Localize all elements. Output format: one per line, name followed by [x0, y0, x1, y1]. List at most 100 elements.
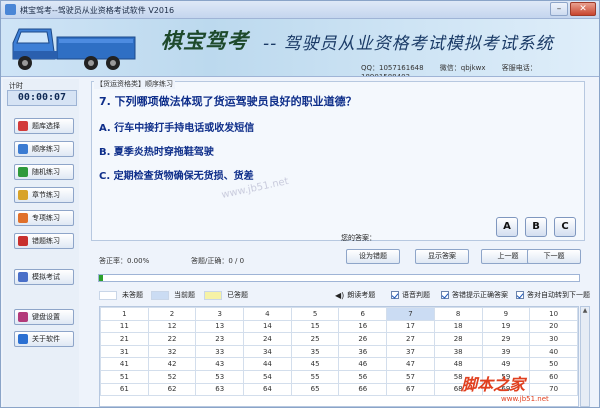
question-cell[interactable]: 48 — [433, 357, 483, 371]
sidebar-item-list[interactable]: 顺序练习 — [14, 141, 74, 157]
option-c[interactable]: C. 定期检查货物确保无货损、货差 — [99, 167, 254, 182]
question-cell[interactable]: 13 — [195, 319, 245, 334]
question-cell[interactable]: 63 — [195, 382, 245, 397]
answer-c-button[interactable]: C — [554, 217, 576, 237]
question-cell[interactable]: 11 — [100, 319, 149, 334]
question-cell[interactable]: 20 — [529, 319, 578, 334]
set-wrong-button[interactable]: 设为错题 — [346, 249, 400, 264]
question-cell[interactable]: 56 — [338, 369, 388, 384]
progress-fill — [99, 275, 103, 281]
question-cell[interactable]: 39 — [481, 344, 531, 359]
question-cell[interactable]: 37 — [386, 344, 435, 359]
question-cell[interactable]: 36 — [338, 344, 388, 359]
question-cell[interactable]: 55 — [290, 369, 340, 384]
question-cell[interactable]: 9 — [481, 307, 531, 321]
question-cell[interactable]: 64 — [243, 382, 292, 397]
current-swatch — [151, 290, 169, 300]
question-cell[interactable]: 44 — [243, 357, 292, 371]
question-cell[interactable]: 23 — [195, 332, 245, 346]
question-cell[interactable]: 14 — [243, 319, 292, 334]
question-cell[interactable]: 5 — [290, 307, 340, 321]
option-b[interactable]: B. 夏季炎热时穿拖鞋驾驶 — [99, 143, 214, 158]
question-cell[interactable]: 70 — [529, 382, 578, 397]
sidebar-item-book[interactable]: 题库选择 — [14, 118, 74, 134]
auto-next-checkbox[interactable]: 答对自动转到下一题 — [516, 290, 590, 300]
question-cell[interactable]: 24 — [243, 332, 292, 346]
question-cell[interactable]: 26 — [338, 332, 388, 346]
corner-watermark-url: www.jb51.net — [501, 395, 549, 403]
question-cell[interactable]: 4 — [243, 307, 292, 321]
question-cell[interactable]: 3 — [195, 307, 245, 321]
corner-watermark: 脚本之家 — [461, 375, 526, 394]
question-cell[interactable]: 2 — [147, 307, 197, 321]
read-aloud-button[interactable]: ◀) 朗读考题 — [335, 290, 375, 300]
question-cell[interactable]: 10 — [529, 307, 578, 321]
question-cell[interactable]: 1 — [100, 307, 149, 321]
grid-scrollbar[interactable]: ▲ — [580, 306, 590, 407]
question-cell[interactable]: 40 — [529, 344, 578, 359]
question-cell[interactable]: 41 — [100, 357, 149, 371]
sidebar-item-label: 顺序练习 — [32, 145, 60, 153]
question-cell[interactable]: 15 — [290, 319, 340, 334]
question-cell[interactable]: 54 — [243, 369, 292, 384]
answer-a-button[interactable]: A — [496, 217, 518, 237]
show-answer-button[interactable]: 显示答案 — [415, 249, 469, 264]
question-cell[interactable]: 6 — [338, 307, 388, 321]
question-cell[interactable]: 29 — [481, 332, 531, 346]
question-cell[interactable]: 66 — [338, 382, 388, 397]
question-cell[interactable]: 21 — [100, 332, 149, 346]
question-cell[interactable]: 62 — [147, 382, 197, 397]
table-row: 41 42 43 44 45 46 47 48 49 50 — [100, 357, 578, 371]
accuracy-text: 答正率：0.00% — [99, 257, 150, 265]
question-cell[interactable]: 45 — [290, 357, 340, 371]
option-a[interactable]: A. 行车中接打手持电话或收发短信 — [99, 119, 254, 134]
question-cell[interactable]: 25 — [290, 332, 340, 346]
question-cell[interactable]: 12 — [147, 319, 197, 334]
sidebar-item-chapter[interactable]: 章节练习 — [14, 187, 74, 203]
question-cell[interactable]: 60 — [529, 369, 578, 384]
question-cell[interactable]: 34 — [243, 344, 292, 359]
voice-judge-checkbox[interactable]: 语音判题 — [391, 290, 430, 300]
answer-b-button[interactable]: B — [525, 217, 547, 237]
question-cell[interactable]: 52 — [147, 369, 197, 384]
question-cell[interactable]: 28 — [433, 332, 483, 346]
question-cell[interactable]: 27 — [386, 332, 435, 346]
question-cell[interactable]: 7 — [386, 307, 435, 321]
scroll-up-icon[interactable]: ▲ — [581, 307, 589, 315]
next-button[interactable]: 下一题 — [527, 249, 581, 264]
question-cell[interactable]: 30 — [529, 332, 578, 346]
sidebar-item-keyboard[interactable]: 键盘设置 — [14, 309, 74, 325]
question-cell[interactable]: 61 — [100, 382, 149, 397]
question-cell[interactable]: 42 — [147, 357, 197, 371]
sidebar-item-shuffle[interactable]: 随机练习 — [14, 164, 74, 180]
title-bar[interactable]: 棋宝驾考--驾驶员从业资格考试软件 V2016 – ✕ — [1, 1, 599, 19]
question-cell[interactable]: 53 — [195, 369, 245, 384]
question-cell[interactable]: 38 — [433, 344, 483, 359]
question-cell[interactable]: 47 — [386, 357, 435, 371]
close-icon[interactable]: ✕ — [570, 2, 596, 16]
question-cell[interactable]: 8 — [433, 307, 483, 321]
question-cell[interactable]: 32 — [147, 344, 197, 359]
question-cell[interactable]: 19 — [481, 319, 531, 334]
question-cell[interactable]: 43 — [195, 357, 245, 371]
question-cell[interactable]: 18 — [433, 319, 483, 334]
question-cell[interactable]: 35 — [290, 344, 340, 359]
minimize-icon[interactable]: – — [550, 2, 568, 16]
sidebar-item-exam[interactable]: 模拟考试 — [14, 269, 74, 285]
question-cell[interactable]: 50 — [529, 357, 578, 371]
show-correct-checkbox[interactable]: 答错提示正确答案 — [441, 290, 508, 300]
sidebar-item-error[interactable]: 错题练习 — [14, 233, 74, 249]
sidebar-item-info[interactable]: 关于软件 — [14, 331, 74, 347]
question-cell[interactable]: 51 — [100, 369, 149, 384]
question-cell[interactable]: 65 — [290, 382, 340, 397]
question-cell[interactable]: 67 — [386, 382, 435, 397]
question-cell[interactable]: 49 — [481, 357, 531, 371]
question-cell[interactable]: 33 — [195, 344, 245, 359]
question-cell[interactable]: 46 — [338, 357, 388, 371]
question-cell[interactable]: 16 — [338, 319, 388, 334]
question-cell[interactable]: 22 — [147, 332, 197, 346]
question-cell[interactable]: 17 — [386, 319, 435, 334]
question-cell[interactable]: 31 — [100, 344, 149, 359]
question-cell[interactable]: 57 — [386, 369, 435, 384]
sidebar-item-target[interactable]: 专项练习 — [14, 210, 74, 226]
